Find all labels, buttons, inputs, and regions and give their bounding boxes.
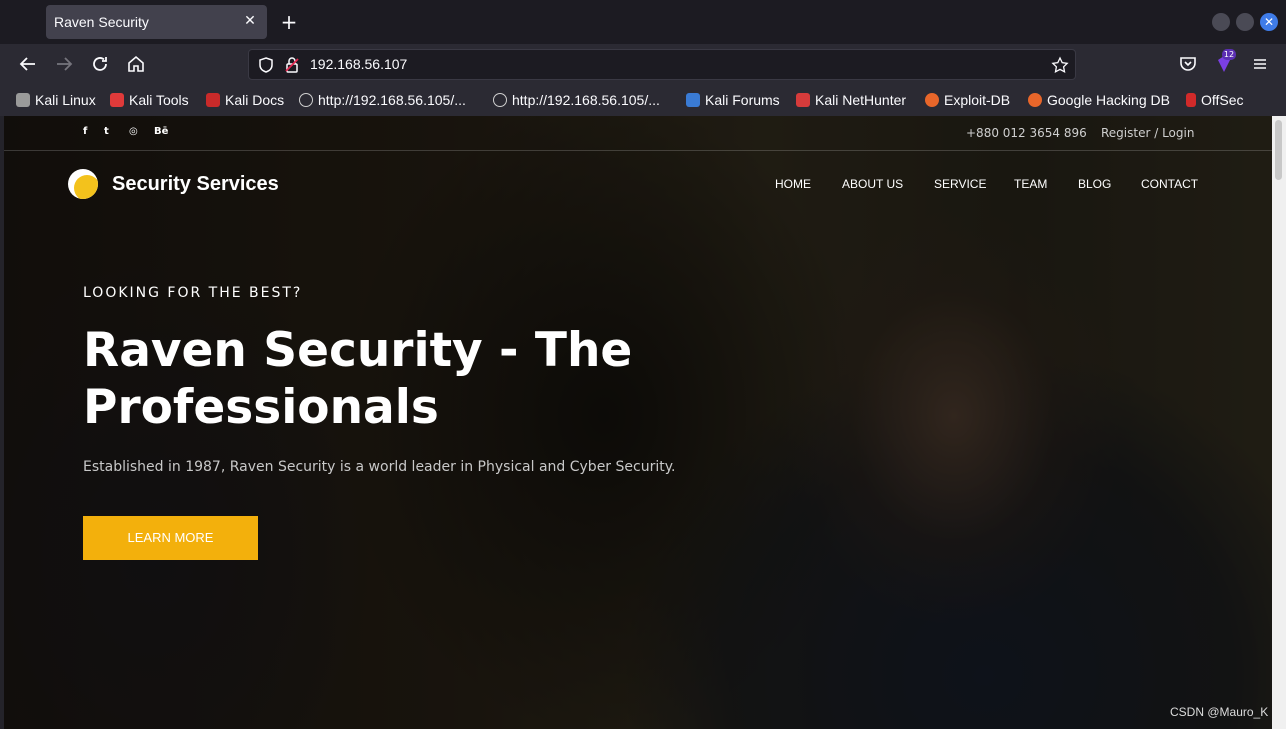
watermark: CSDN @Mauro_K (1170, 705, 1269, 719)
active-tab[interactable]: Raven Security ✕ (46, 5, 267, 39)
hero-subline: Established in 1987, Raven Security is a… (83, 459, 676, 475)
exploit-db-icon (925, 93, 939, 107)
nav-about-us[interactable]: ABOUT US (842, 177, 903, 191)
phone-number: +880 012 3654 896 (966, 126, 1087, 140)
bookmarks-toolbar: Kali Linux Kali Tools Kali Docs http://1… (0, 84, 1286, 116)
bookmark-kali-linux[interactable]: Kali Linux (16, 91, 96, 109)
scrollbar-thumb[interactable] (1275, 120, 1282, 180)
extension-badge: 12 (1222, 49, 1236, 60)
bookmark-url-1[interactable]: http://192.168.56.105/... (299, 91, 466, 109)
header-divider (4, 150, 1272, 151)
hero-headline: Raven Security - The Professionals (83, 323, 633, 435)
bookmark-exploit-db[interactable]: Exploit-DB (925, 91, 1010, 109)
kali-forums-icon (686, 93, 700, 107)
forward-arrow-icon (57, 57, 73, 71)
back-arrow-icon (19, 57, 35, 71)
app-menu-button[interactable] (1248, 52, 1272, 76)
hamburger-menu-icon (1254, 59, 1266, 69)
bookmark-google-hacking-db[interactable]: Google Hacking DB (1028, 91, 1170, 109)
url-bar[interactable]: 192.168.56.107 (248, 49, 1076, 80)
logo-icon[interactable] (68, 169, 98, 199)
bookmark-kali-nethunter[interactable]: Kali NetHunter (796, 91, 906, 109)
hero-kicker: LOOKING FOR THE BEST? (83, 285, 303, 301)
bookmark-kali-docs[interactable]: Kali Docs (206, 91, 284, 109)
insecure-lock-icon[interactable] (283, 56, 301, 74)
kali-docs-icon (206, 93, 220, 107)
site-logo-text[interactable]: Security Services (112, 173, 279, 196)
forward-button[interactable] (52, 52, 76, 76)
ghdb-icon (1028, 93, 1042, 107)
reload-icon (93, 57, 107, 71)
minimize-button[interactable] (1212, 13, 1230, 31)
nav-team[interactable]: TEAM (1014, 177, 1047, 191)
shield-icon[interactable] (257, 56, 275, 74)
nav-contact[interactable]: CONTACT (1141, 177, 1198, 191)
kali-dragon-icon (16, 93, 30, 107)
offsec-icon (1186, 93, 1196, 107)
nethunter-icon (796, 93, 810, 107)
bookmark-kali-forums[interactable]: Kali Forums (686, 91, 780, 109)
home-button[interactable] (124, 52, 148, 76)
twitter-icon[interactable]: t (104, 126, 109, 137)
bookmark-star-icon[interactable] (1051, 56, 1069, 74)
pocket-button[interactable] (1176, 52, 1200, 76)
url-text: 192.168.56.107 (310, 56, 408, 72)
bookmark-offsec[interactable]: OffSec (1186, 91, 1244, 109)
pocket-icon (1180, 57, 1196, 71)
globe-icon (493, 93, 507, 107)
tab-title: Raven Security (54, 14, 149, 30)
back-button[interactable] (16, 52, 40, 76)
kali-tools-icon (110, 93, 124, 107)
register-login-link[interactable]: Register / Login (1101, 126, 1194, 140)
web-page: f t ◎ Bē +880 012 3654 896 Register / Lo… (4, 116, 1272, 729)
behance-icon[interactable]: Bē (154, 126, 168, 137)
reload-button[interactable] (88, 52, 112, 76)
facebook-icon[interactable]: f (83, 126, 87, 137)
page-scrollbar[interactable] (1272, 116, 1286, 729)
dribbble-icon[interactable]: ◎ (129, 126, 138, 137)
learn-more-button[interactable]: LEARN MORE (83, 516, 258, 560)
close-window-button[interactable]: ✕ (1260, 13, 1278, 31)
maximize-button[interactable] (1236, 13, 1254, 31)
bookmark-kali-tools[interactable]: Kali Tools (110, 91, 189, 109)
bookmark-url-2[interactable]: http://192.168.56.105/... (493, 91, 660, 109)
nav-service[interactable]: SERVICE (934, 177, 986, 191)
close-tab-icon[interactable]: ✕ (241, 12, 259, 30)
nav-home[interactable]: HOME (775, 177, 811, 191)
tab-bar: Raven Security ✕ + ✕ (0, 0, 1286, 44)
navigation-toolbar: 192.168.56.107 12 (0, 44, 1286, 84)
nav-blog[interactable]: BLOG (1078, 177, 1111, 191)
new-tab-button[interactable]: + (278, 11, 300, 33)
globe-icon (299, 93, 313, 107)
home-icon (128, 55, 144, 72)
